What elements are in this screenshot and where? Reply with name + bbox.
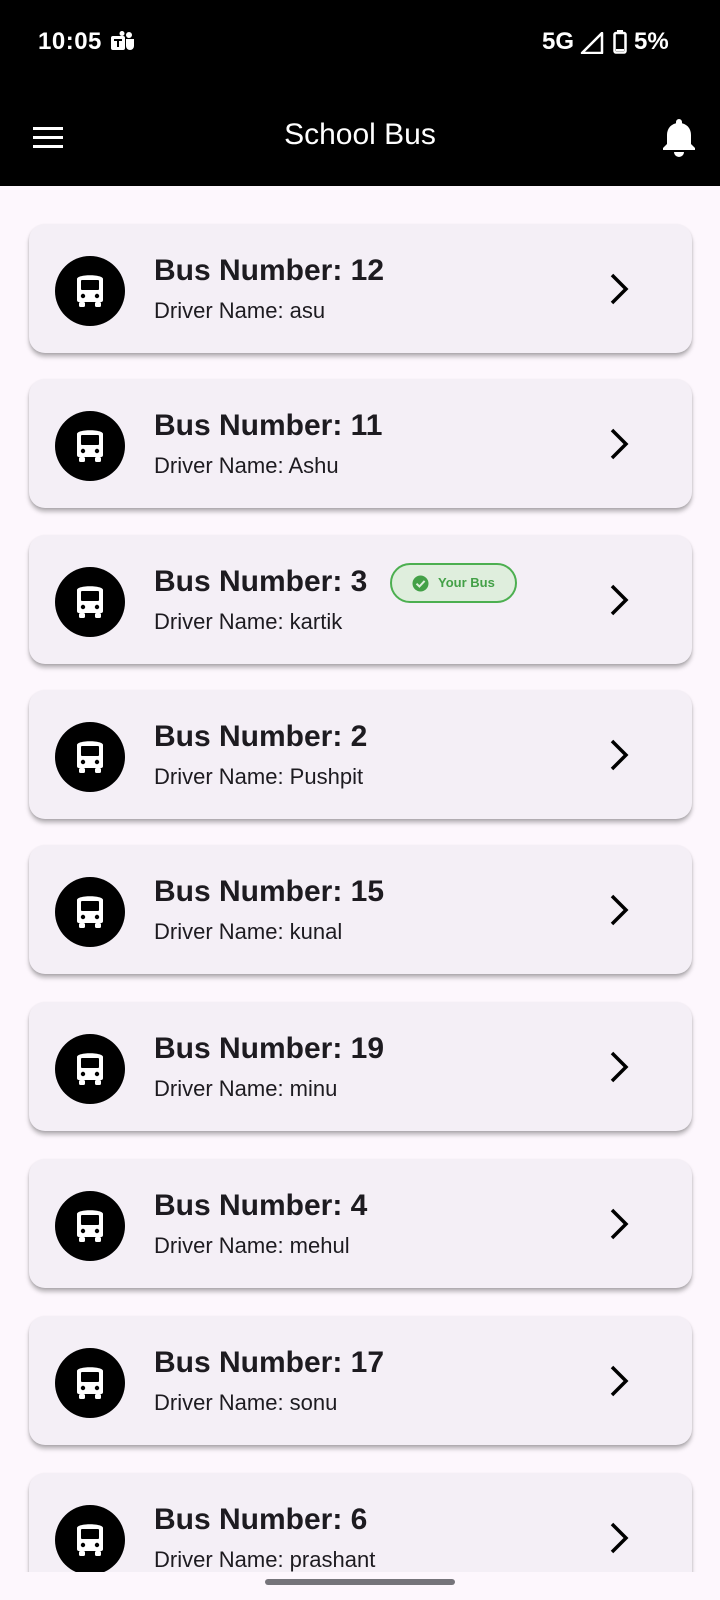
home-indicator[interactable] bbox=[265, 1579, 455, 1585]
bus-icon bbox=[77, 1210, 103, 1242]
bus-card[interactable]: Bus Number: 2 Driver Name: Pushpit bbox=[29, 690, 692, 819]
chevron-right-icon bbox=[610, 584, 629, 616]
chevron-right-icon bbox=[610, 428, 629, 460]
driver-name: Driver Name: kartik bbox=[154, 609, 343, 634]
bus-number: Bus Number: 2 bbox=[154, 720, 368, 753]
bus-icon bbox=[77, 430, 103, 462]
bus-number: Bus Number: 19 bbox=[154, 1032, 385, 1065]
chevron-right-icon bbox=[610, 1051, 629, 1083]
bus-card[interactable]: Bus Number: 4 Driver Name: mehul bbox=[29, 1159, 692, 1288]
bus-number: Bus Number: 11 bbox=[154, 409, 383, 442]
chevron-right-icon bbox=[610, 894, 629, 926]
driver-name: Driver Name: asu bbox=[154, 298, 326, 323]
driver-name: Driver Name: Ashu bbox=[154, 453, 339, 478]
status-icons: 5G 5% bbox=[520, 28, 720, 58]
bus-icon bbox=[77, 1367, 103, 1399]
bus-number: Bus Number: 12 bbox=[154, 254, 385, 287]
driver-name: Driver Name: sonu bbox=[154, 1390, 338, 1415]
battery-icon bbox=[613, 30, 627, 54]
your-bus-badge: Your Bus bbox=[390, 563, 517, 603]
chevron-right-icon bbox=[610, 273, 629, 305]
chevron-right-icon bbox=[610, 1522, 629, 1554]
bus-icon bbox=[77, 741, 103, 773]
network-label: 5G bbox=[542, 28, 575, 55]
bus-card[interactable]: Bus Number: 3 Your Bus Driver Name: kart… bbox=[29, 535, 692, 664]
bus-card[interactable]: Bus Number: 17 Driver Name: sonu bbox=[29, 1316, 692, 1445]
teams-icon bbox=[111, 31, 134, 50]
bus-avatar bbox=[55, 877, 125, 947]
bus-icon bbox=[77, 275, 103, 307]
bus-avatar bbox=[55, 567, 125, 637]
bus-card[interactable]: Bus Number: 12 Driver Name: asu bbox=[29, 224, 692, 353]
bus-card[interactable]: Bus Number: 6 Driver Name: prashant bbox=[29, 1473, 692, 1572]
bus-list: Bus Number: 12 Driver Name: asu Bus Numb… bbox=[0, 186, 720, 1572]
bus-card[interactable]: Bus Number: 19 Driver Name: minu bbox=[29, 1002, 692, 1131]
status-bar: 10:05 5G 5% bbox=[0, 0, 720, 90]
bus-number: Bus Number: 3 bbox=[154, 565, 368, 598]
bus-avatar bbox=[55, 411, 125, 481]
bus-icon bbox=[77, 1053, 103, 1085]
bus-number: Bus Number: 6 bbox=[154, 1503, 368, 1536]
driver-name: Driver Name: kunal bbox=[154, 919, 343, 944]
bus-avatar bbox=[55, 1034, 125, 1104]
bus-icon bbox=[77, 896, 103, 928]
bus-card[interactable]: Bus Number: 15 Driver Name: kunal bbox=[29, 845, 692, 974]
driver-name: Driver Name: mehul bbox=[154, 1233, 350, 1258]
chevron-right-icon bbox=[610, 1365, 629, 1397]
driver-name: Driver Name: prashant bbox=[154, 1547, 376, 1572]
bus-avatar bbox=[55, 722, 125, 792]
bell-icon[interactable] bbox=[660, 116, 698, 158]
bus-avatar bbox=[55, 1348, 125, 1418]
bus-avatar bbox=[55, 1505, 125, 1572]
driver-name: Driver Name: minu bbox=[154, 1076, 338, 1101]
chevron-right-icon bbox=[610, 1208, 629, 1240]
app-bar: School Bus bbox=[0, 90, 720, 186]
bus-icon bbox=[77, 1524, 103, 1556]
battery-label: 5% bbox=[634, 28, 669, 55]
bus-icon bbox=[77, 586, 103, 618]
status-time: 10:05 bbox=[38, 28, 102, 55]
driver-name: Driver Name: Pushpit bbox=[154, 764, 364, 789]
bus-number: Bus Number: 4 bbox=[154, 1189, 368, 1222]
signal-icon bbox=[580, 32, 604, 54]
bus-number: Bus Number: 17 bbox=[154, 1346, 385, 1379]
check-circle-icon bbox=[412, 575, 429, 592]
bus-avatar bbox=[55, 1191, 125, 1261]
bus-avatar bbox=[55, 256, 125, 326]
bus-number: Bus Number: 15 bbox=[154, 875, 385, 908]
your-bus-label: Your Bus bbox=[438, 575, 495, 590]
chevron-right-icon bbox=[610, 739, 629, 771]
bus-card[interactable]: Bus Number: 11 Driver Name: Ashu bbox=[29, 379, 692, 508]
page-title: School Bus bbox=[284, 118, 436, 151]
